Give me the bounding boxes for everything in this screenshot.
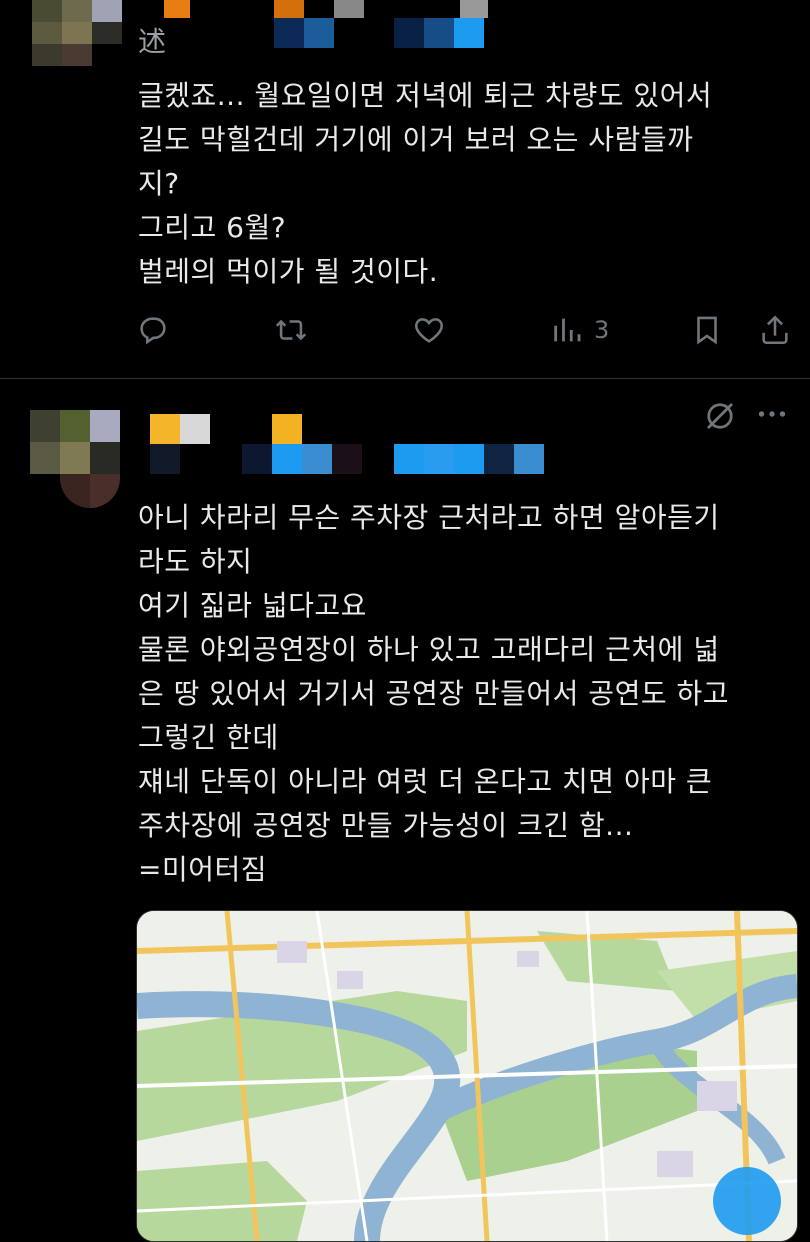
bookmark-button[interactable] — [690, 302, 724, 358]
user-name-redacted[interactable]: 述 — [138, 0, 550, 58]
like-icon — [415, 318, 443, 343]
avatar[interactable] — [32, 0, 122, 66]
grok-icon — [707, 403, 733, 429]
tweet-line: 글켔죠... 월요일이면 저녁에 퇴근 차량도 있어서 — [138, 79, 713, 112]
user-name-partial: 述 — [138, 25, 167, 58]
tweet-line: 쟤네 단독이 아니라 여럿 더 온다고 치면 아마 큰 — [138, 765, 713, 798]
like-button[interactable] — [412, 302, 446, 358]
retweet-icon — [275, 319, 307, 341]
tweet-line: 아니 차라리 무슨 주차장 근처라고 하면 알아듣기 — [138, 501, 720, 534]
tweet-line: 은 땅 있어서 거기서 공연장 만들어서 공연도 하고 — [138, 677, 730, 710]
share-icon — [762, 315, 788, 345]
tweet-line: 벌레의 먹이가 될 것이다. — [138, 255, 439, 288]
tweet-2-text: 아니 차라리 무슨 주차장 근처라고 하면 알아듣기 라도 하지 여기 짋라 넓… — [138, 496, 729, 892]
tweet-line: 길도 막힐건데 거기에 이거 보러 오는 사람들까 — [138, 123, 694, 156]
tweet-line: =미어터짐 — [138, 853, 268, 886]
reply-icon — [140, 317, 166, 345]
tweet-1-text: 글켔죠... 월요일이면 저녁에 퇴근 차량도 있어서 길도 막힐건데 거기에 … — [138, 74, 712, 294]
action-bar: 3 — [136, 302, 796, 358]
tweet-line: 지? — [138, 167, 180, 200]
tweet-line: 그리고 6월? — [138, 211, 287, 244]
tweet-line: 라도 하지 — [138, 545, 253, 578]
tweet-line: 물론 야외공연장이 하나 있고 고래다리 근처에 넓 — [138, 633, 720, 666]
bookmark-icon — [697, 316, 717, 345]
tweet-line: 그렇긴 한데 — [138, 721, 279, 754]
more-button[interactable] — [754, 396, 790, 436]
tweet-line: 주차장에 공연장 만들 가능성이 크긴 함... — [138, 809, 634, 842]
avatar[interactable] — [30, 410, 122, 510]
views-count: 3 — [594, 316, 610, 344]
map-image[interactable] — [136, 910, 798, 1242]
map-graphic — [137, 911, 797, 1241]
share-button[interactable] — [758, 302, 792, 358]
more-icon — [758, 411, 786, 417]
tweet-line: 여기 짋라 넓다고요 — [138, 589, 367, 622]
tweet-divider — [0, 378, 810, 379]
retweet-button[interactable] — [274, 302, 308, 358]
user-name-redacted[interactable] — [150, 414, 550, 476]
views-icon — [554, 318, 581, 342]
reply-button[interactable] — [136, 302, 170, 358]
views-button[interactable]: 3 — [550, 302, 609, 358]
grok-button[interactable] — [702, 398, 738, 438]
